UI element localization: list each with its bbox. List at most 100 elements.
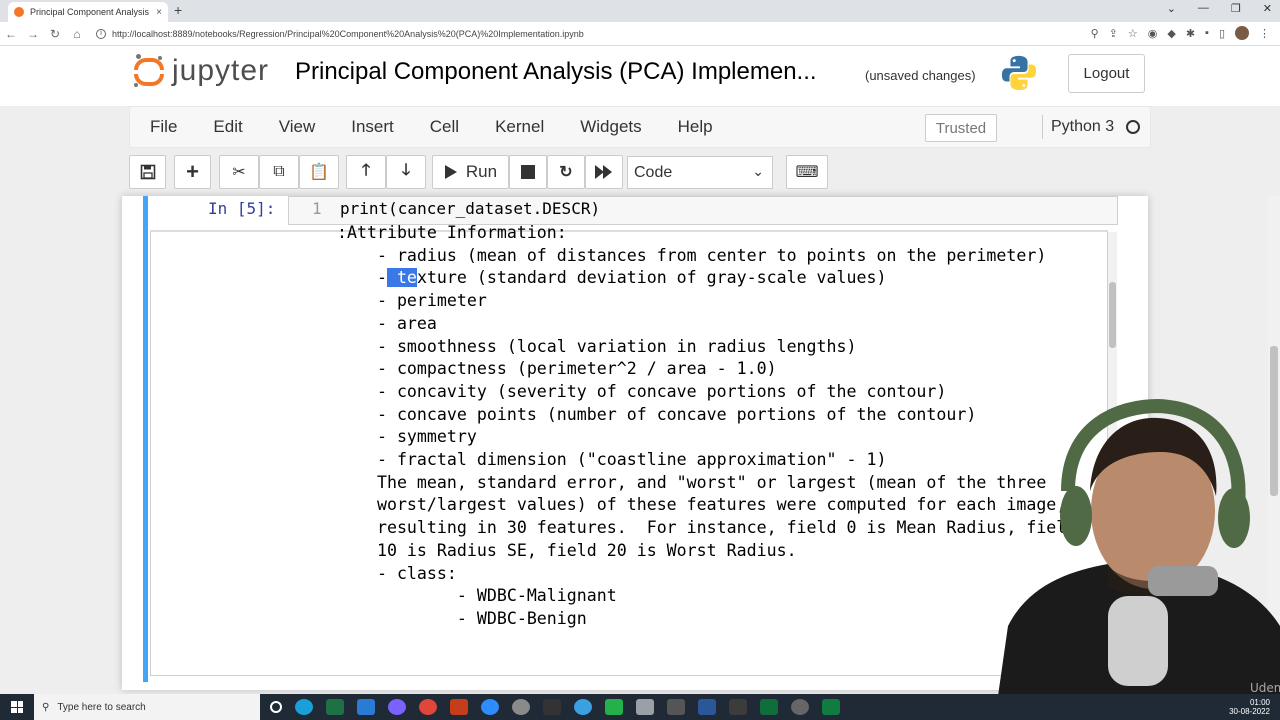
save-button[interactable]	[129, 155, 166, 189]
save-icon	[140, 164, 155, 180]
home-icon[interactable]: ⌂	[66, 27, 88, 41]
output-line: - compactness (perimeter^2 / area - 1.0)	[337, 359, 777, 379]
output-line: - radius (mean of distances from center …	[337, 245, 1047, 265]
system-tray-clock[interactable]: 01:00 30-08-2022	[1229, 698, 1270, 716]
mail-icon[interactable]	[357, 699, 375, 715]
taskbar-apps	[270, 699, 840, 715]
menu-file[interactable]: File	[150, 117, 177, 137]
app-icon[interactable]	[574, 699, 592, 715]
output-line: 10 is Radius SE, field 20 is Worst Radiu…	[337, 540, 797, 560]
extension-icon[interactable]: ▪	[1205, 27, 1209, 39]
app-icon[interactable]	[605, 699, 623, 715]
line-number: 1	[312, 199, 322, 218]
sidebar-icon[interactable]: ▯	[1219, 27, 1225, 40]
forward-icon[interactable]: →	[22, 27, 44, 41]
menu-help[interactable]: Help	[678, 117, 713, 137]
new-tab-button[interactable]: +	[174, 2, 182, 18]
cut-button[interactable]: ✂	[219, 155, 259, 189]
chevron-down-icon[interactable]: ⌄	[1167, 2, 1176, 15]
app-icon[interactable]	[822, 699, 840, 715]
taskbar-search[interactable]: ⚲ Type here to search	[34, 694, 260, 720]
zoom-icon[interactable]	[481, 699, 499, 715]
url-field[interactable]: i http://localhost:8889/notebooks/Regres…	[96, 28, 584, 39]
close-icon[interactable]: ✕	[1263, 2, 1272, 15]
webcam-overlay: Udemy	[998, 398, 1280, 696]
run-button[interactable]: Run	[432, 155, 509, 189]
python-logo-icon	[1001, 55, 1037, 91]
info-icon[interactable]: i	[96, 28, 106, 39]
restart-run-all-button[interactable]	[585, 155, 623, 189]
copy-button[interactable]: ⧉	[259, 155, 299, 189]
browser-tab[interactable]: Principal Component Analysis (P... ×	[8, 2, 168, 22]
minimize-icon[interactable]: —	[1198, 2, 1209, 15]
excel-icon[interactable]	[326, 699, 344, 715]
cortana-icon[interactable]	[270, 701, 282, 713]
restore-icon[interactable]: ❐	[1231, 2, 1241, 15]
reload-icon[interactable]: ↻	[44, 27, 66, 41]
app-icon[interactable]	[636, 699, 654, 715]
output-line: - area	[337, 313, 437, 333]
menu-insert[interactable]: Insert	[351, 117, 394, 137]
output-line: - symmetry	[337, 427, 477, 447]
cell-code[interactable]: print(cancer_dataset.DESCR)	[340, 199, 600, 218]
restart-button[interactable]: ↻	[547, 155, 585, 189]
search-placeholder: Type here to search	[57, 701, 146, 713]
messenger-icon[interactable]	[388, 699, 406, 715]
output-scrollbar-thumb[interactable]	[1109, 282, 1116, 348]
app-icon[interactable]	[760, 699, 778, 715]
menu-cell[interactable]: Cell	[430, 117, 459, 137]
kernel-indicator[interactable]: Python 3	[1042, 115, 1141, 139]
zoom-icon[interactable]: ⚲	[1091, 27, 1099, 40]
chrome-icon[interactable]	[419, 699, 437, 715]
clock-time: 01:00	[1249, 698, 1270, 707]
arrow-up-icon: 🡑	[361, 161, 371, 179]
tab-close-icon[interactable]: ×	[156, 7, 162, 18]
profile-avatar[interactable]	[1235, 26, 1249, 40]
app-icon[interactable]	[729, 699, 747, 715]
menu-view[interactable]: View	[279, 117, 316, 137]
output-line: - smoothness (local variation in radius …	[337, 336, 857, 356]
settings-gear-icon[interactable]	[512, 699, 530, 715]
input-prompt: In [5]:	[208, 199, 276, 218]
notebook-title[interactable]: Principal Component Analysis (PCA) Imple…	[295, 58, 817, 86]
plus-icon: +	[186, 159, 199, 184]
logout-button[interactable]: Logout	[1068, 54, 1145, 93]
menu-edit[interactable]: Edit	[213, 117, 242, 137]
back-icon[interactable]: ←	[0, 27, 22, 41]
menu-kernel[interactable]: Kernel	[495, 117, 544, 137]
output-text: -	[337, 268, 387, 288]
move-up-button[interactable]: 🡑	[346, 155, 386, 189]
output-line: :Attribute Information:	[337, 223, 567, 242]
run-label: Run	[465, 162, 498, 181]
clock-date: 30-08-2022	[1229, 707, 1270, 716]
kernel-name: Python 3	[1051, 118, 1115, 135]
extension-icon[interactable]: ◆	[1167, 27, 1175, 40]
share-icon[interactable]: ⇪	[1109, 27, 1118, 40]
stop-icon	[521, 165, 535, 179]
word-icon[interactable]	[698, 699, 716, 715]
jupyter-logo[interactable]: jupyter	[134, 54, 269, 88]
move-down-button[interactable]: 🡓	[386, 155, 426, 189]
cell-type-select[interactable]: Code ⌄	[627, 156, 773, 189]
puzzle-icon[interactable]: ✱	[1186, 27, 1195, 40]
bookmark-star-icon[interactable]: ☆	[1128, 27, 1138, 40]
interrupt-button[interactable]	[509, 155, 547, 189]
file-explorer-icon[interactable]	[543, 699, 561, 715]
edge-icon[interactable]	[295, 699, 313, 715]
arrow-down-icon: 🡓	[401, 161, 411, 179]
output-line: worst/largest values) of these features …	[337, 495, 1067, 515]
paste-button[interactable]: 📋	[299, 155, 339, 189]
menu-dots-icon[interactable]: ⋮	[1259, 27, 1270, 40]
app-icon[interactable]	[791, 699, 809, 715]
text-selection: te	[386, 268, 417, 288]
command-palette-button[interactable]: ⌨	[786, 155, 828, 189]
windows-taskbar: ⚲ Type here to search 01:00 30-08-2022	[0, 694, 1280, 720]
menu-widgets[interactable]: Widgets	[580, 117, 641, 137]
app-icon[interactable]	[667, 699, 685, 715]
trusted-badge[interactable]: Trusted	[925, 114, 997, 142]
output-line: The mean, standard error, and "worst" or…	[337, 472, 1047, 492]
insert-cell-button[interactable]: +	[174, 155, 211, 189]
powerpoint-icon[interactable]	[450, 699, 468, 715]
start-button[interactable]	[0, 694, 34, 720]
extension-icon[interactable]: ◉	[1148, 27, 1158, 40]
